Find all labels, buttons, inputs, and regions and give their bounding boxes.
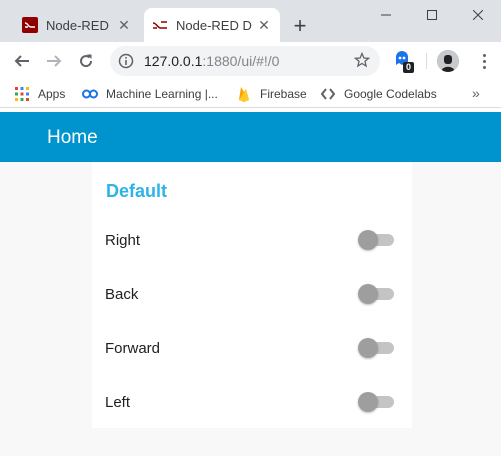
switch-label: Left	[105, 394, 131, 411]
bookmark-machine-learning[interactable]: Machine Learning |...	[82, 85, 218, 103]
group-title: Default	[106, 181, 168, 201]
apps-grid-icon	[14, 86, 30, 102]
minimize-icon[interactable]	[363, 0, 409, 30]
tab-node-red[interactable]: Node-RED ✕	[14, 8, 140, 42]
profile-avatar[interactable]	[437, 50, 459, 72]
tab-label: Node-RED Dashboard	[176, 17, 252, 33]
address-host: 127.0.0.1	[144, 53, 203, 69]
reload-icon[interactable]	[74, 49, 98, 73]
bookmarks-bar: Apps Machine Learning |... Firebase Goog…	[0, 80, 501, 108]
close-tab-icon[interactable]: ✕	[116, 17, 132, 33]
extension-icon[interactable]: 0	[394, 51, 414, 73]
browser-toolbar: 127.0.0.1:1880/ui/#!/0 0	[0, 42, 501, 80]
extension-badge: 0	[403, 62, 414, 73]
bookmark-label: Apps	[38, 87, 66, 101]
tab-label: Node-RED	[46, 17, 109, 33]
maximize-icon[interactable]	[409, 0, 455, 30]
bookmark-label: Machine Learning |...	[106, 87, 218, 101]
bookmark-label: Firebase	[260, 87, 307, 101]
bookmarks-overflow-button[interactable]: »	[472, 85, 480, 101]
toggle-switch-left[interactable]	[358, 390, 396, 414]
switch-label: Forward	[105, 340, 161, 357]
close-tab-icon[interactable]: ✕	[256, 17, 272, 33]
switch-row-left: Left	[92, 376, 412, 430]
new-tab-button[interactable]: +	[288, 13, 312, 38]
code-icon	[320, 86, 336, 102]
toggle-switch-right[interactable]	[358, 228, 396, 252]
address-bar[interactable]: 127.0.0.1:1880/ui/#!/0	[110, 46, 380, 76]
bookmark-star-icon[interactable]	[353, 51, 371, 73]
toggle-switch-forward[interactable]	[358, 336, 396, 360]
close-icon[interactable]	[455, 0, 501, 30]
back-arrow-icon[interactable]	[10, 49, 34, 73]
switch-label: Back	[105, 286, 139, 303]
group-card: Default Right Back Forward Left	[92, 162, 412, 428]
dashboard-toolbar: Home	[0, 112, 501, 162]
firebase-icon	[236, 86, 252, 102]
toggle-switch-back[interactable]	[358, 282, 396, 306]
switch-row-right: Right	[92, 214, 412, 268]
tab-node-red-dashboard[interactable]: Node-RED Dashboard ✕	[144, 8, 280, 42]
forward-arrow-icon[interactable]	[42, 49, 66, 73]
node-red-icon	[22, 17, 38, 33]
address-path: :1880/ui/#!/0	[202, 53, 280, 69]
bookmark-google-codelabs[interactable]: Google Codelabs	[320, 85, 437, 103]
address-url: 127.0.0.1:1880/ui/#!/0	[144, 53, 279, 69]
switch-row-forward: Forward	[92, 322, 412, 376]
tab-strip: Node-RED ✕ Node-RED Dashboard ✕ +	[0, 0, 501, 42]
link-icon	[82, 86, 98, 102]
more-menu-icon[interactable]	[474, 51, 494, 71]
node-red-icon	[152, 17, 168, 33]
bookmark-label: Google Codelabs	[344, 87, 437, 101]
switch-label: Right	[105, 232, 141, 249]
switch-row-back: Back	[92, 268, 412, 322]
page-title: Home	[47, 127, 98, 148]
bookmark-apps[interactable]: Apps	[14, 85, 65, 103]
dashboard-content: Default Right Back Forward Left	[0, 162, 501, 456]
bookmark-firebase[interactable]: Firebase	[236, 85, 307, 103]
toolbar-divider	[426, 53, 427, 69]
info-icon[interactable]	[118, 53, 134, 74]
